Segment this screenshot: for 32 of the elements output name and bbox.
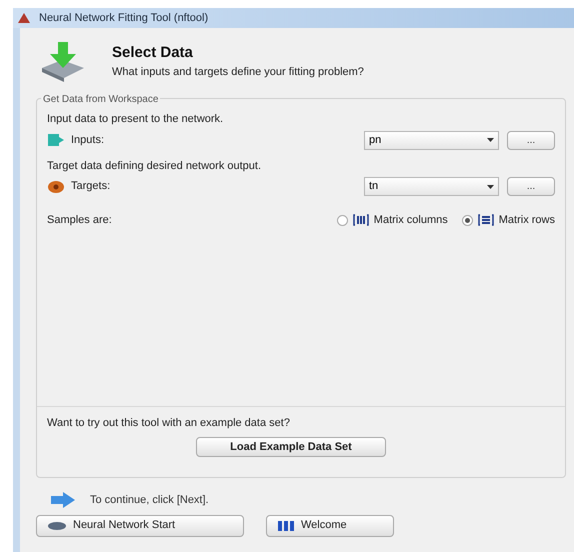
browse-button[interactable]: ... — [507, 177, 555, 196]
load-example-button[interactable]: Load Example Data Set — [196, 437, 386, 457]
footer-button[interactable]: Welcome — [266, 514, 394, 536]
variable-dropdown[interactable]: tn — [364, 177, 499, 196]
radio-label: Matrix rows — [498, 213, 555, 228]
grid-icon — [277, 520, 295, 532]
matrix-rows-icon — [478, 214, 494, 226]
matrix-columns-icon — [352, 214, 369, 226]
input-port-icon — [47, 133, 65, 147]
page-subtitle: What inputs and targets define your fitting problem? — [112, 65, 364, 80]
window-title: Neural Network Fitting Tool (nftool) — [39, 10, 208, 26]
arrow-right-icon — [50, 492, 76, 508]
field-label: Inputs: — [71, 132, 104, 148]
radio-button[interactable] — [462, 214, 473, 226]
caret-icon — [487, 184, 494, 188]
samples-label: Samples are: — [47, 213, 112, 228]
example-prompt: Want to try out this tool with an example data set? — [47, 416, 291, 430]
field-label: Targets: — [71, 179, 110, 194]
group-title: Get Data from Workspace — [41, 92, 160, 107]
page-title: Select Data — [112, 42, 194, 62]
footer-button[interactable]: Neural Network Start — [36, 514, 244, 536]
variable-dropdown[interactable]: pn — [364, 130, 499, 150]
target-icon — [47, 180, 65, 194]
network-icon — [47, 520, 67, 530]
browse-button[interactable]: ... — [507, 130, 555, 150]
radio-label: Matrix columns — [374, 213, 448, 228]
radio-button[interactable] — [336, 214, 348, 226]
field-hint: Target data defining desired network output. — [47, 158, 262, 174]
continue-hint: To continue, click [Next]. — [90, 493, 209, 508]
caret-icon — [487, 138, 494, 142]
field-hint: Input data to present to the network. — [47, 112, 224, 127]
app-icon — [17, 12, 31, 24]
